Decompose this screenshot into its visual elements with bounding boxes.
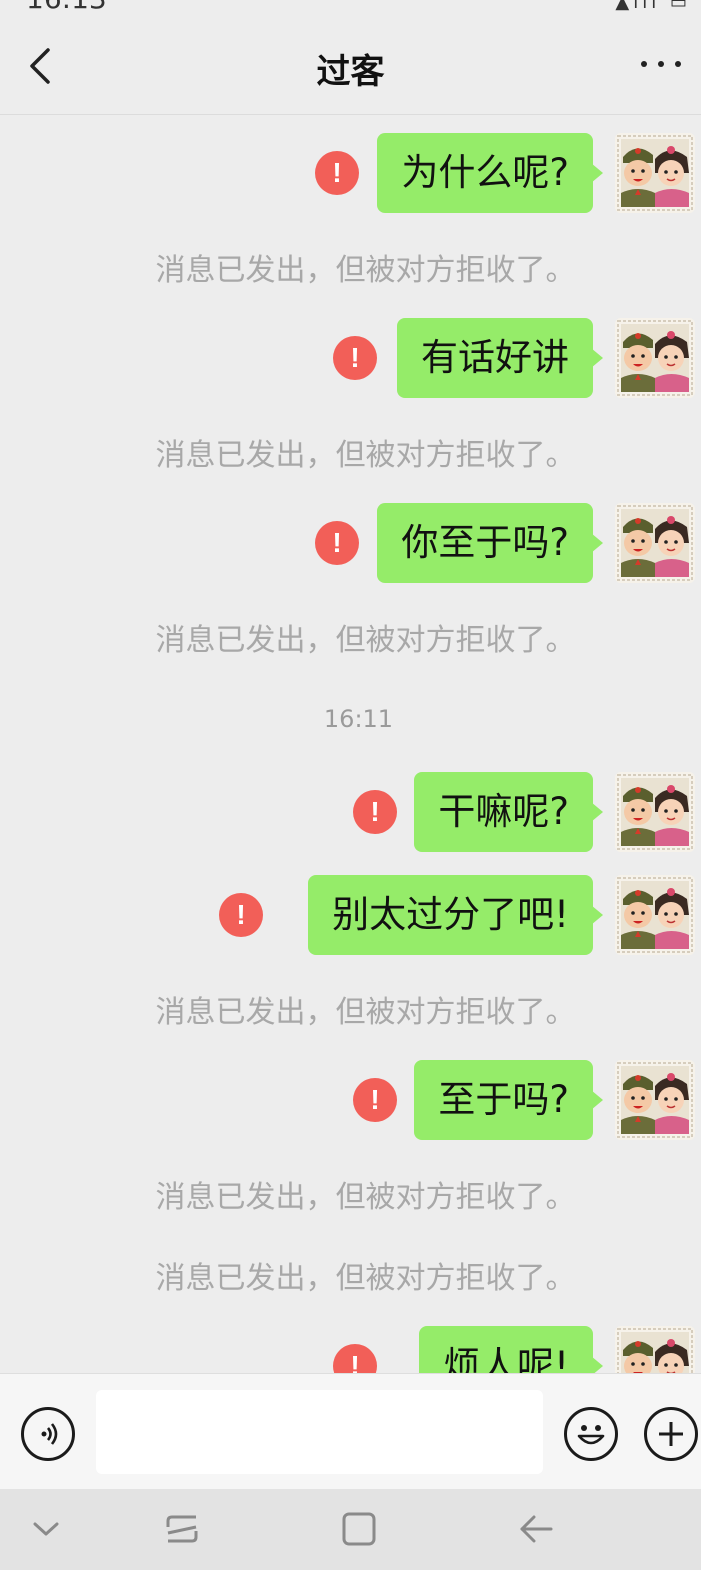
error-icon[interactable]: !: [315, 521, 359, 565]
message-row: ! 干嘛呢?: [0, 772, 701, 852]
avatar[interactable]: [615, 875, 695, 955]
message-row: ! 为什么呢?: [0, 133, 701, 213]
message-bubble[interactable]: 有话好讲: [397, 318, 603, 398]
message-bubble[interactable]: 烦人呢!: [419, 1326, 603, 1373]
system-note: 消息已发出，但被对方拒收了。: [155, 1261, 576, 1296]
message-row: ! 别太过分了吧!: [0, 875, 701, 955]
message-row: ! 有话好讲: [0, 318, 701, 398]
avatar-photo: [615, 875, 695, 955]
avatar-photo: [615, 772, 695, 852]
chevron-down-icon: [33, 1522, 59, 1536]
chat-title: 过客: [316, 52, 385, 92]
error-icon[interactable]: !: [219, 893, 263, 937]
message-row: ! 至于吗?: [0, 1060, 701, 1140]
avatar[interactable]: [615, 503, 695, 583]
system-note: 消息已发出，但被对方拒收了。: [155, 995, 576, 1030]
home-square-icon: [342, 1512, 376, 1546]
nav-back-button[interactable]: [512, 1507, 560, 1551]
system-note: 消息已发出，但被对方拒收了。: [155, 438, 576, 473]
system-nav-bar: [0, 1489, 701, 1570]
error-icon[interactable]: !: [333, 336, 377, 380]
message-list[interactable]: ! 为什么呢? 消息已发出，但被对方拒收了。 ! 有话好讲 消息已发出，但被对方…: [0, 115, 701, 1373]
avatar[interactable]: [615, 133, 695, 213]
message-bubble[interactable]: 别太过分了吧!: [308, 875, 603, 955]
avatar[interactable]: [615, 318, 695, 398]
signal-battery-icon: ▲ııl ▭: [615, 0, 691, 13]
avatar-photo: [615, 1060, 695, 1140]
avatar[interactable]: [615, 772, 695, 852]
system-note: 消息已发出，但被对方拒收了。: [155, 623, 576, 658]
avatar-photo: [615, 1326, 695, 1373]
voice-icon: [41, 1423, 58, 1445]
emoji-icon: [577, 1425, 605, 1445]
nav-home-button[interactable]: [335, 1507, 383, 1551]
status-bar: 16:13 ▲ııl ▭: [0, 0, 701, 14]
status-time: 16:13: [26, 0, 107, 14]
more-button[interactable]: [641, 49, 681, 79]
message-input[interactable]: [96, 1390, 543, 1474]
message-bubble[interactable]: 至于吗?: [414, 1060, 603, 1140]
avatar[interactable]: [615, 1326, 695, 1373]
more-dots-icon: [641, 61, 647, 67]
error-icon[interactable]: !: [353, 790, 397, 834]
plus-button[interactable]: [644, 1407, 698, 1461]
message-bubble[interactable]: 干嘛呢?: [414, 772, 603, 852]
nav-recent-button[interactable]: [158, 1507, 206, 1551]
avatar-photo: [615, 503, 695, 583]
message-row: ! 你至于吗?: [0, 503, 701, 583]
back-arrow-icon: [520, 1515, 553, 1543]
avatar[interactable]: [615, 1060, 695, 1140]
message-row: ! 烦人呢!: [0, 1326, 701, 1373]
system-note: 消息已发出，但被对方拒收了。: [155, 253, 576, 288]
error-icon[interactable]: !: [333, 1344, 377, 1373]
avatar-photo: [615, 318, 695, 398]
recent-apps-icon: [166, 1515, 198, 1543]
message-bubble[interactable]: 你至于吗?: [377, 503, 603, 583]
avatar-photo: [615, 133, 695, 213]
timestamp: 16:11: [323, 705, 394, 733]
message-bubble[interactable]: 为什么呢?: [377, 133, 603, 213]
chat-header: 过客: [0, 14, 701, 115]
nav-collapse-button[interactable]: [22, 1507, 70, 1551]
error-icon[interactable]: !: [315, 151, 359, 195]
voice-button[interactable]: [21, 1407, 75, 1461]
system-note: 消息已发出，但被对方拒收了。: [155, 1180, 576, 1215]
error-icon[interactable]: !: [353, 1078, 397, 1122]
emoji-button[interactable]: [564, 1407, 618, 1461]
plus-icon: [659, 1422, 683, 1446]
input-bar: [0, 1373, 701, 1489]
